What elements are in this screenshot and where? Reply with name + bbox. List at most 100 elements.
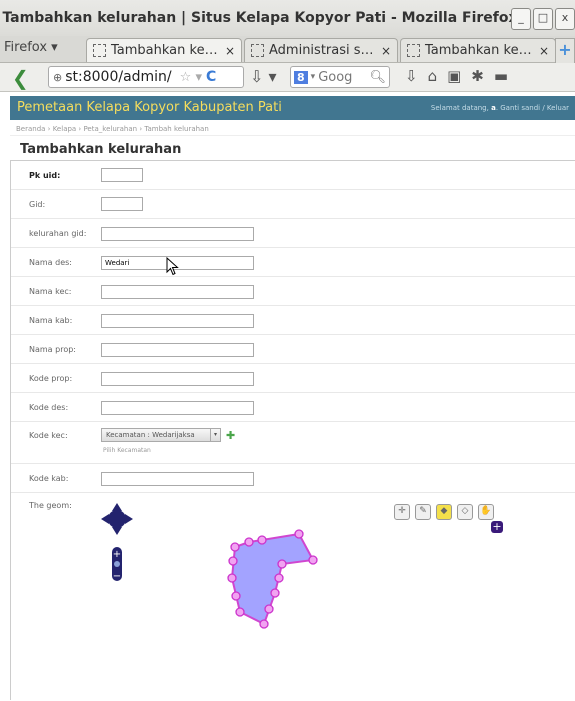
field-label: Kode kab: <box>29 474 69 483</box>
tab-label: Tambahkan ke… <box>111 43 218 58</box>
field-row-kode-kec: Kode kec: Kecamatan : Wedarijaksa ▾ ✚ Pi… <box>11 422 575 464</box>
addon-icon[interactable]: ▣ <box>447 67 471 85</box>
page-icon <box>93 44 106 57</box>
hand-icon[interactable]: ✋ <box>478 504 494 520</box>
field-label: Nama kab: <box>29 316 73 325</box>
nama-kec-input[interactable] <box>101 285 254 299</box>
modify-icon[interactable]: ◇ <box>457 504 473 520</box>
add-related-icon[interactable]: ✚ <box>226 429 235 442</box>
field-row-nama-kab: Nama kab: <box>11 306 575 335</box>
field-label: Nama des: <box>29 258 72 267</box>
pan-icon[interactable]: ✛ <box>394 504 410 520</box>
field-row-kode-kab: Kode kab: <box>11 464 575 493</box>
bug-icon[interactable]: ✱ <box>471 67 494 85</box>
map-pan-zoom-control[interactable]: + − <box>101 501 141 591</box>
field-row-gid: Gid: <box>11 190 575 219</box>
breadcrumb[interactable]: Beranda › Kelapa › Peta_kelurahan › Tamb… <box>10 122 575 136</box>
site-header: Pemetaan Kelapa Kopyor Kabupaten Pati Se… <box>10 96 575 120</box>
field-label: Kode des: <box>29 403 69 412</box>
nama-kab-input[interactable] <box>101 314 254 328</box>
field-row-the-geom: The geom: ✛ ✎ ◆ ◇ ✋ + + − <box>11 493 575 701</box>
tab-label: Administrasi s… <box>269 43 374 58</box>
mouse-cursor-icon <box>166 257 179 276</box>
field-row-nama-kec: Nama kec: <box>11 277 575 306</box>
window-controls: _ □ x <box>511 8 575 30</box>
field-row-kelurahan-gid: kelurahan gid: <box>11 219 575 248</box>
field-label: Pk uid: <box>29 171 61 180</box>
kelurahan-gid-input[interactable] <box>101 227 254 241</box>
page-icon <box>407 44 420 57</box>
field-label: kelurahan gid: <box>29 229 87 238</box>
tab-administrasi[interactable]: Administrasi s… × <box>244 38 398 62</box>
select-value: Kecamatan : Wedarijaksa <box>106 431 195 439</box>
url-bar[interactable]: ⊕ st:8000/admin/ ☆ ▾ C <box>48 66 244 88</box>
toolbar-icons: ⇩⌂▣✱▬ <box>405 67 518 85</box>
zoom-out-icon[interactable]: − <box>113 571 121 582</box>
help-text: Pilih Kecamatan <box>103 447 151 454</box>
maximize-button[interactable]: □ <box>533 8 553 30</box>
field-label: The geom: <box>29 501 72 510</box>
map-toolbar: ✛ ✎ ◆ ◇ ✋ <box>394 504 494 520</box>
navigation-toolbar: ❮ ⊕ st:8000/admin/ ☆ ▾ C ⇩ ▾ 8 ▾ Goog 🔍︎… <box>0 63 575 92</box>
tab-tambahkan-2[interactable]: Tambahkan ke… × <box>400 38 556 62</box>
pk-uid-input[interactable] <box>101 168 143 182</box>
close-tab-icon[interactable]: × <box>533 44 549 58</box>
add-feature-icon[interactable]: + <box>491 521 503 533</box>
close-tab-icon[interactable]: × <box>375 44 391 58</box>
kode-des-input[interactable] <box>101 401 254 415</box>
field-label: Nama kec: <box>29 287 72 296</box>
tab-label: Tambahkan ke… <box>425 43 532 58</box>
welcome-text: Selamat datang, <box>430 104 492 112</box>
account-links[interactable]: . Ganti sandi / Keluar <box>496 104 569 112</box>
search-input[interactable]: 8 ▾ Goog 🔍︎ <box>290 66 390 88</box>
nama-prop-input[interactable] <box>101 343 254 357</box>
map-canvas[interactable] <box>211 523 341 643</box>
close-tab-icon[interactable]: × <box>219 44 235 58</box>
kode-kec-select[interactable]: Kecamatan : Wedarijaksa ▾ <box>101 428 221 442</box>
firefox-menu-button[interactable]: Firefox ▾ <box>4 40 58 55</box>
bookmark-star-icon[interactable]: ☆ ▾ <box>180 70 202 85</box>
search-placeholder: Goog <box>318 69 353 85</box>
magnifier-icon[interactable]: 🔍︎ <box>369 70 386 85</box>
window-title: Tambahkan kelurahan | Situs Kelapa Kopyo… <box>2 10 518 26</box>
pan-control[interactable] <box>101 503 133 535</box>
site-brand: Pemetaan Kelapa Kopyor Kabupaten Pati <box>17 100 282 115</box>
back-button[interactable]: ❮ <box>12 66 29 90</box>
close-window-button[interactable]: x <box>555 8 575 30</box>
zoom-in-icon[interactable]: + <box>113 549 121 560</box>
draw-point-icon[interactable]: ✎ <box>415 504 431 520</box>
field-row-kode-prop: Kode prop: <box>11 364 575 393</box>
gid-input[interactable] <box>101 197 143 211</box>
page-icon <box>251 44 264 57</box>
folder-icon[interactable]: ▬ <box>494 67 518 85</box>
field-label: Gid: <box>29 200 46 209</box>
chevron-down-icon: ▾ <box>210 429 220 441</box>
field-label: Nama prop: <box>29 345 76 354</box>
tab-bar: Firefox ▾ Tambahkan ke… × Administrasi s… <box>0 36 575 64</box>
add-kelurahan-form: Pk uid: Gid: kelurahan gid: Nama des: Na… <box>10 160 575 700</box>
search-engine-icon[interactable]: 8 <box>294 70 308 84</box>
field-label: Kode kec: <box>29 431 68 440</box>
download-arrow-icon[interactable]: ⇩ <box>405 67 428 85</box>
home-icon[interactable]: ⌂ <box>428 67 448 85</box>
field-row-nama-des: Nama des: <box>11 248 575 277</box>
window-titlebar: Tambahkan kelurahan | Situs Kelapa Kopyo… <box>0 0 575 37</box>
url-text: st:8000/admin/ <box>65 69 172 85</box>
page-title: Tambahkan kelurahan <box>20 142 182 157</box>
minimize-button[interactable]: _ <box>511 8 531 30</box>
reload-icon[interactable]: C <box>206 69 216 85</box>
field-row-pk-uid: Pk uid: <box>11 161 575 190</box>
field-label: Kode prop: <box>29 374 73 383</box>
draw-polygon-icon[interactable]: ◆ <box>436 504 452 520</box>
download-arrow-icon[interactable]: ⇩ ▾ <box>250 67 277 86</box>
new-tab-button[interactable]: + <box>555 38 575 64</box>
site-identity-icon[interactable]: ⊕ <box>53 71 62 84</box>
engine-dropdown-icon[interactable]: ▾ <box>311 72 316 82</box>
user-tools: Selamat datang, a. Ganti sandi / Keluar <box>431 104 569 112</box>
tab-tambahkan-1[interactable]: Tambahkan ke… × <box>86 38 242 62</box>
field-row-kode-des: Kode des: <box>11 393 575 422</box>
field-row-nama-prop: Nama prop: <box>11 335 575 364</box>
kode-kab-input[interactable] <box>101 472 254 486</box>
zoom-handle[interactable] <box>114 561 120 567</box>
kode-prop-input[interactable] <box>101 372 254 386</box>
